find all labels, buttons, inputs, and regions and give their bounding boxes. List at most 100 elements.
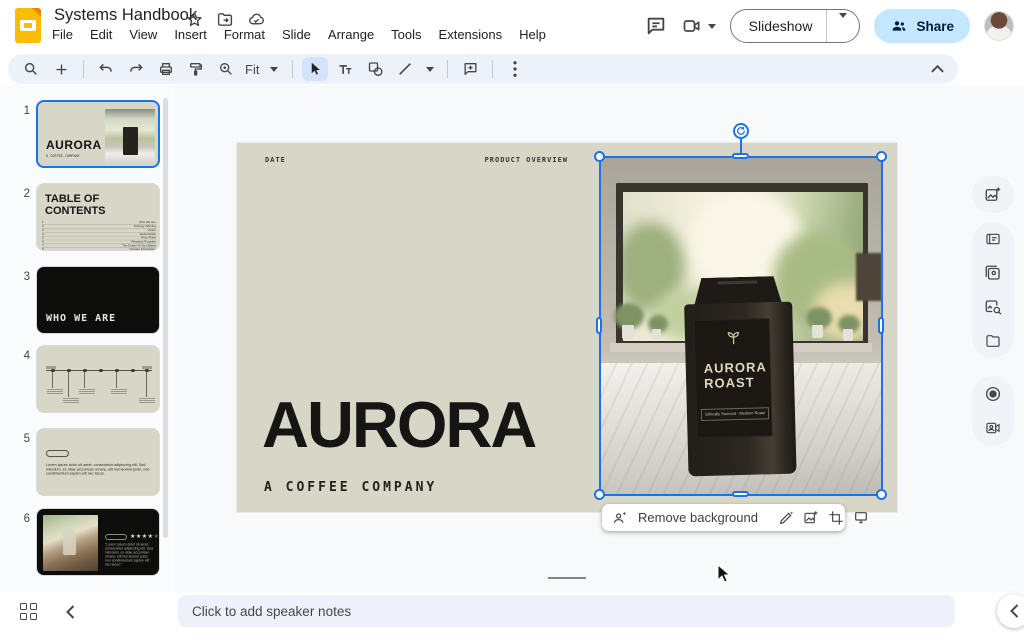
- resize-handle-ne[interactable]: [876, 151, 887, 162]
- resize-handle-w[interactable]: [596, 317, 602, 334]
- slide-number: 5: [12, 433, 30, 445]
- move-folder-icon[interactable]: [216, 11, 234, 28]
- rating-stars: ★★★★★: [130, 533, 159, 540]
- slide-number: 1: [12, 105, 30, 117]
- slide-number: 6: [12, 513, 30, 525]
- top-bar: Systems Handbook File Edit View Insert F…: [0, 0, 1024, 52]
- share-button[interactable]: Share: [874, 9, 970, 43]
- resize-handle-e[interactable]: [878, 317, 884, 334]
- bag-tagline: Ethically Sourced - Medium Roast: [705, 411, 765, 417]
- menu-edit[interactable]: Edit: [90, 27, 112, 42]
- shape-icon[interactable]: [362, 57, 388, 81]
- camera-icon[interactable]: [984, 412, 1002, 445]
- remove-background-label[interactable]: Remove background: [638, 510, 758, 525]
- video-call-icon: [681, 16, 703, 36]
- insert-comment-icon[interactable]: [457, 57, 483, 81]
- notes-resize-handle[interactable]: [548, 577, 586, 579]
- slide-corner-label[interactable]: PRODUCT OVERVIEW: [237, 156, 568, 164]
- photo-library-icon[interactable]: [984, 257, 1002, 290]
- rotate-handle[interactable]: [733, 123, 749, 139]
- menu-extensions[interactable]: Extensions: [439, 27, 503, 42]
- share-label[interactable]: Share: [916, 19, 954, 34]
- menu-tools[interactable]: Tools: [391, 27, 421, 42]
- speaker-notes-input[interactable]: Click to add speaker notes: [178, 595, 955, 627]
- menu-view[interactable]: View: [129, 27, 157, 42]
- menu-insert[interactable]: Insert: [174, 27, 207, 42]
- thumb-quote: "Lorem ipsum dolor sit amet, consectetur…: [105, 543, 154, 567]
- thumb-button-pill: [105, 534, 127, 540]
- thumb-title: AURORA: [46, 138, 102, 152]
- grid-view-icon[interactable]: [20, 603, 37, 620]
- slide-thumbnail-3[interactable]: WHO WE ARE: [36, 266, 160, 334]
- redo-icon[interactable]: [123, 57, 149, 81]
- insert-image-icon[interactable]: [984, 178, 1002, 211]
- replace-image-icon[interactable]: [803, 510, 819, 526]
- menu-slide[interactable]: Slide: [282, 27, 311, 42]
- undo-icon[interactable]: [93, 57, 119, 81]
- coffee-bag: AURORAROAST Ethically Sourced - Medium R…: [683, 276, 796, 477]
- menu-format[interactable]: Format: [224, 27, 265, 42]
- slide-thumbnail-2[interactable]: TABLE OF CONTENTS 1Who We Are 2Primary O…: [36, 183, 160, 251]
- slideshow-label[interactable]: Slideshow: [731, 18, 827, 34]
- search-icon[interactable]: [18, 57, 44, 81]
- chevron-down-icon[interactable]: [708, 24, 716, 29]
- slide-number: 3: [12, 271, 30, 283]
- menu-help[interactable]: Help: [519, 27, 546, 42]
- slide-number: 2: [12, 188, 30, 200]
- slide-thumbnail-4[interactable]: [36, 345, 160, 413]
- bag-brand-line1: AURORA: [704, 359, 767, 376]
- zoom-icon[interactable]: [213, 57, 239, 81]
- thumb-title: WHO WE ARE: [46, 313, 116, 324]
- slide-title-text[interactable]: AURORA: [262, 392, 535, 457]
- edit-pen-icon[interactable]: [778, 510, 794, 526]
- line-icon[interactable]: [392, 57, 418, 81]
- print-icon[interactable]: [153, 57, 179, 81]
- slide-thumbnail-5[interactable]: Lorem ipsum dolor sit amet, consectetur …: [36, 428, 160, 496]
- comments-icon[interactable]: [645, 15, 667, 37]
- image-context-toolbar: Remove background: [602, 504, 845, 531]
- cloud-saved-icon[interactable]: [247, 11, 266, 28]
- resize-handle-se[interactable]: [876, 489, 887, 500]
- menu-bar: File Edit View Insert Format Slide Arran…: [52, 27, 546, 42]
- toc-list: 1Who We Are 2Primary Offering 3Vision 4T…: [42, 221, 156, 251]
- collapse-filmstrip-icon[interactable]: [60, 602, 80, 622]
- slideshow-options-icon[interactable]: [839, 13, 847, 34]
- people-share-icon: [890, 18, 908, 34]
- paint-format-icon[interactable]: [183, 57, 209, 81]
- zoom-level-select[interactable]: Fit: [243, 62, 261, 77]
- menu-arrange[interactable]: Arrange: [328, 27, 374, 42]
- document-title[interactable]: Systems Handbook: [54, 6, 197, 25]
- zoom-caret-icon[interactable]: [265, 57, 283, 81]
- select-cursor-icon[interactable]: [302, 57, 328, 81]
- resize-handle-n[interactable]: [732, 153, 749, 159]
- resize-handle-nw[interactable]: [594, 151, 605, 162]
- line-caret-icon[interactable]: [422, 57, 438, 81]
- selected-image[interactable]: AURORAROAST Ethically Sourced - Medium R…: [600, 157, 882, 495]
- remove-background-icon[interactable]: [611, 510, 629, 526]
- collapse-menus-icon[interactable]: [925, 57, 949, 81]
- star-icon[interactable]: [186, 11, 203, 28]
- open-side-panel-button[interactable]: [997, 594, 1024, 628]
- slide-thumbnail-1[interactable]: AURORA A COFFEE COMPANY: [36, 100, 160, 168]
- image-search-icon[interactable]: [984, 290, 1002, 323]
- resize-handle-sw[interactable]: [594, 489, 605, 500]
- text-icon[interactable]: [332, 57, 358, 81]
- crop-icon[interactable]: [828, 510, 844, 526]
- slides-logo-icon[interactable]: [15, 8, 41, 43]
- video-call-button[interactable]: [681, 16, 716, 36]
- folder-icon[interactable]: [984, 324, 1002, 357]
- bag-brand-line2: ROAST: [704, 375, 755, 391]
- plus-icon[interactable]: [48, 57, 74, 81]
- account-avatar[interactable]: [984, 11, 1014, 41]
- slide-thumbnail-6[interactable]: ★★★★★ "Lorem ipsum dolor sit amet, conse…: [36, 508, 160, 576]
- resize-handle-s[interactable]: [732, 491, 749, 497]
- menu-file[interactable]: File: [52, 27, 73, 42]
- more-options-icon[interactable]: [502, 57, 528, 81]
- slideshow-button[interactable]: Slideshow: [730, 9, 861, 43]
- layouts-icon[interactable]: [984, 223, 1002, 256]
- format-options-icon[interactable]: [853, 510, 869, 526]
- filmstrip-scrollbar[interactable]: [163, 98, 168, 538]
- record-icon[interactable]: [984, 377, 1002, 410]
- slide-subtitle-text[interactable]: A COFFEE COMPANY: [264, 480, 437, 495]
- slide-number: 4: [12, 350, 30, 362]
